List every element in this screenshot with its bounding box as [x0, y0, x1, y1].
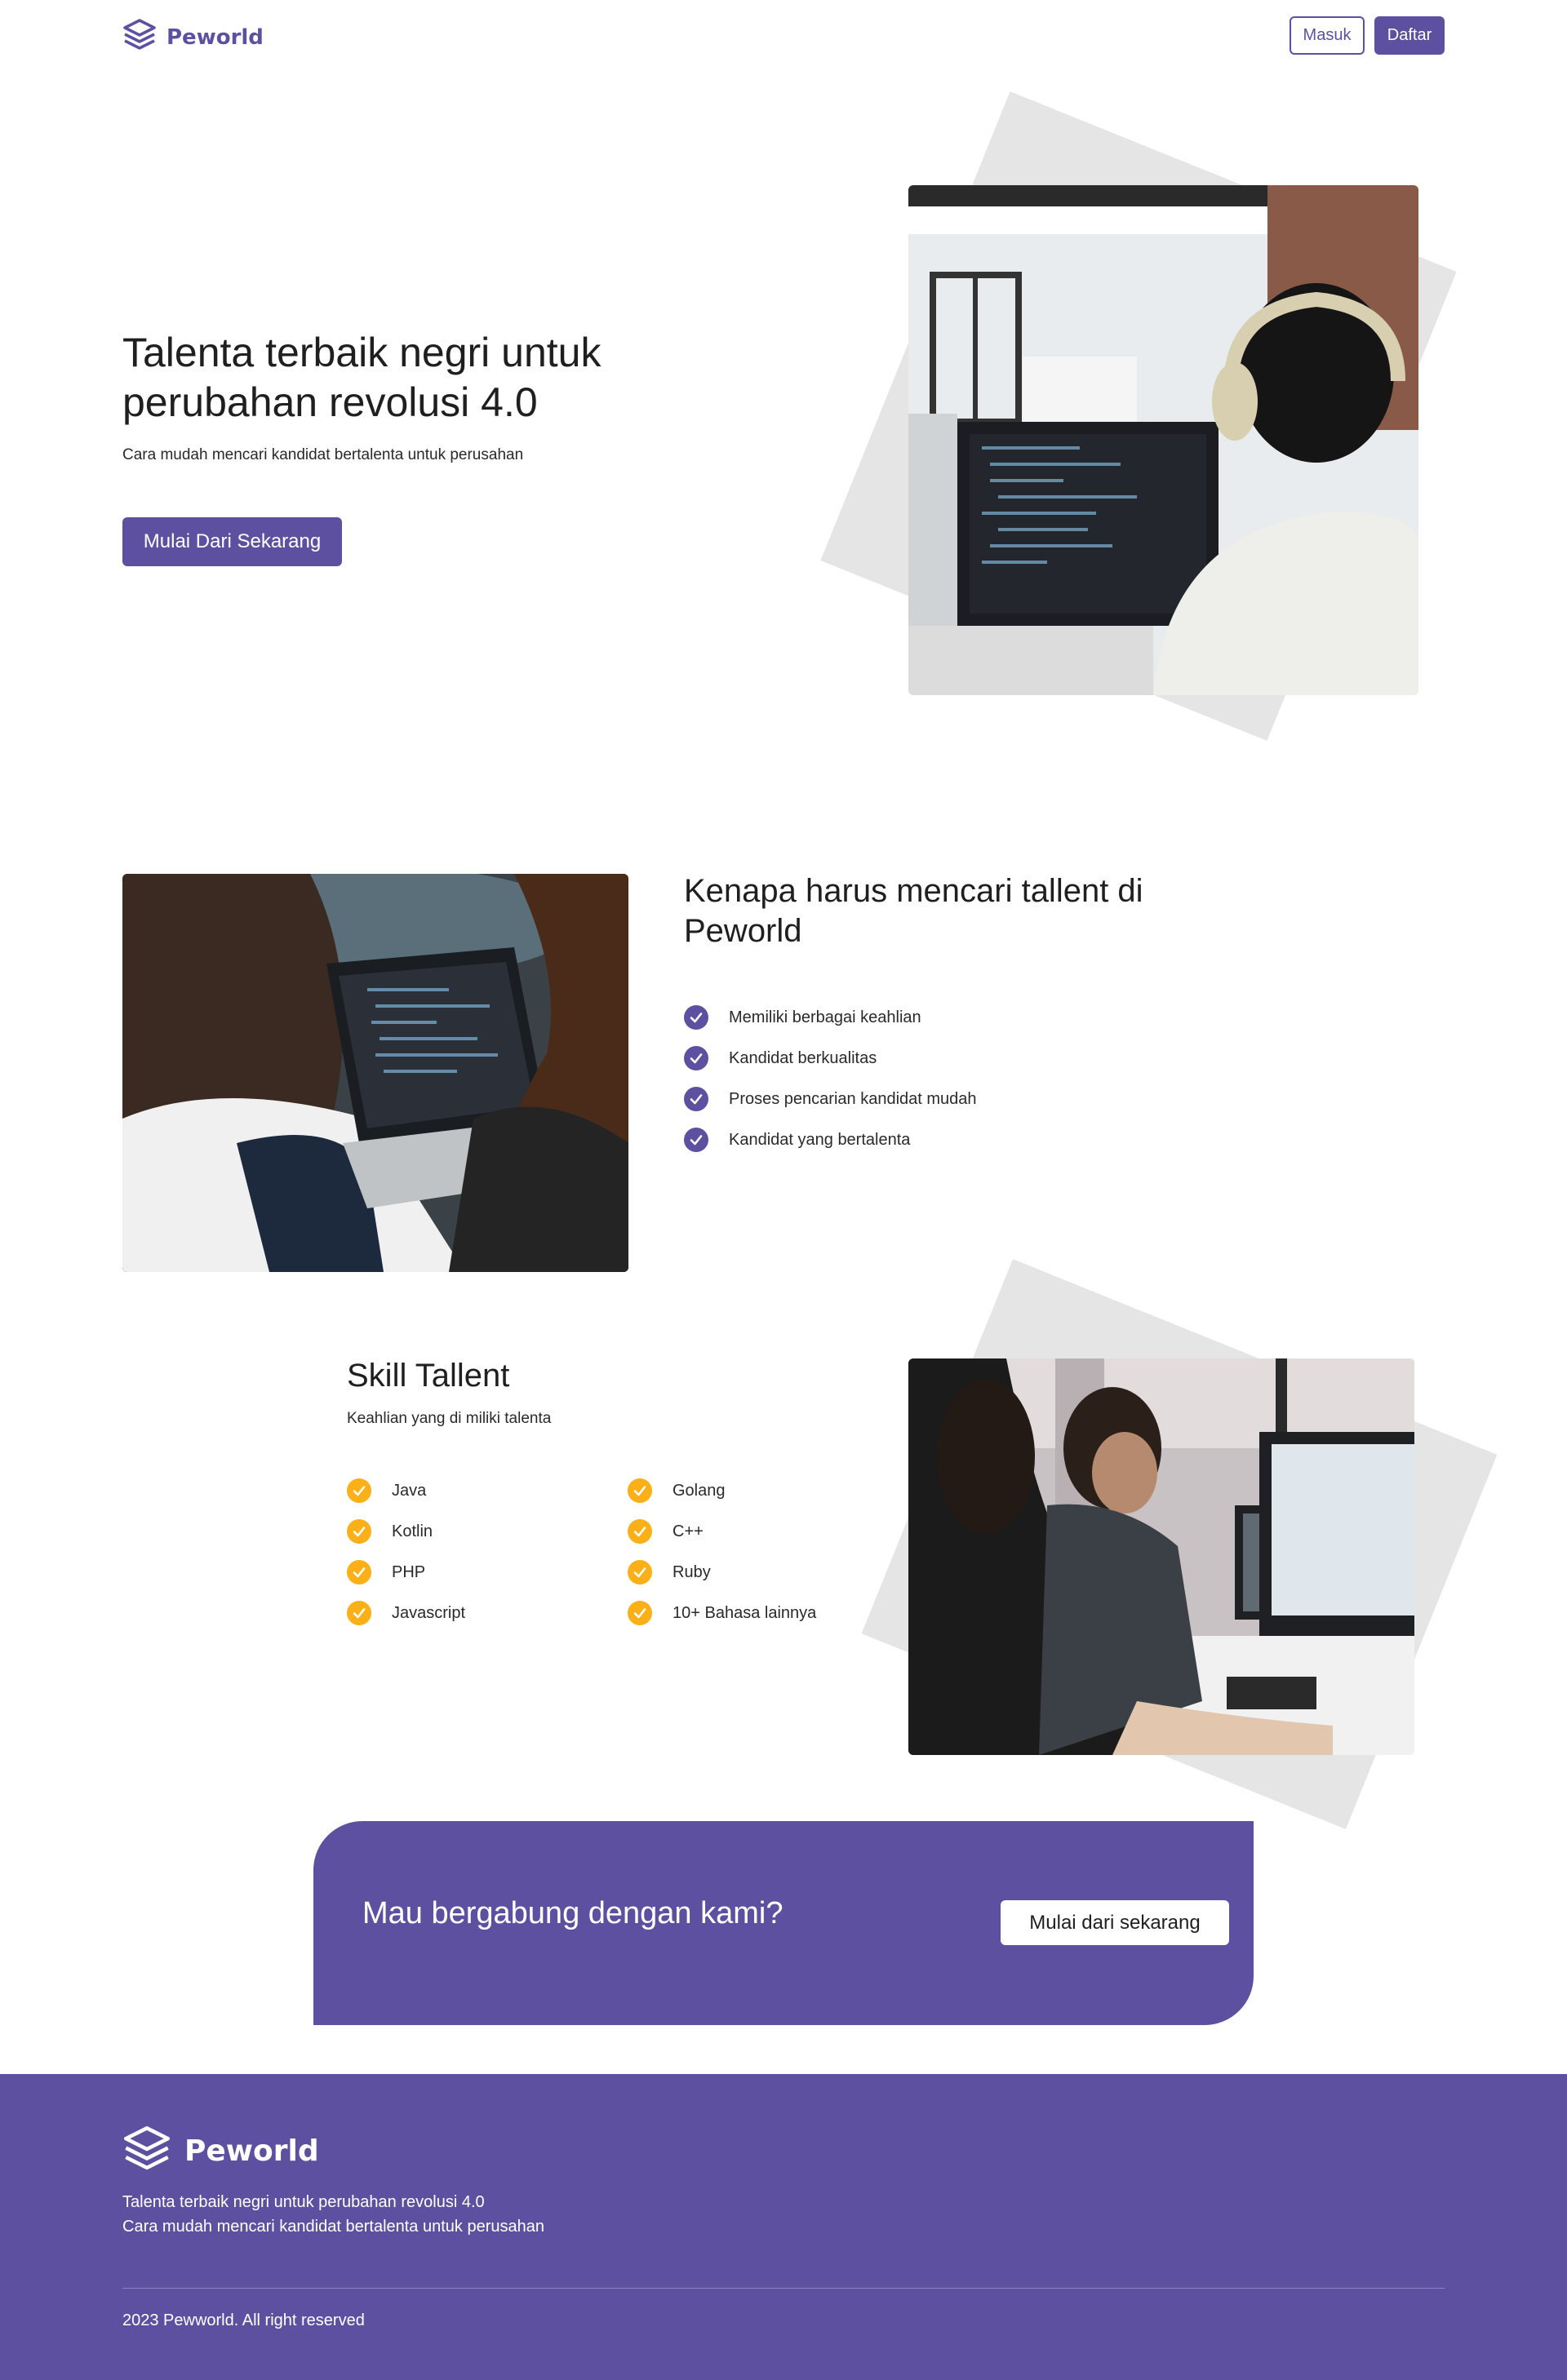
layers-logo-icon	[122, 18, 157, 56]
skill-label: Golang	[673, 1481, 726, 1500]
list-item: 10+ Bahasa lainnya	[628, 1593, 816, 1633]
start-now-cta-button[interactable]: Mulai dari sekarang	[1001, 1900, 1229, 1945]
feature-label: Kandidat berkualitas	[729, 1048, 877, 1067]
list-item: Java	[347, 1470, 465, 1511]
list-item: Kandidat berkualitas	[684, 1038, 977, 1079]
skill-label: C++	[673, 1522, 704, 1540]
skill-label: Java	[392, 1481, 427, 1500]
list-item: Kotlin	[347, 1511, 465, 1552]
check-icon	[347, 1560, 371, 1584]
list-item: Kandidat yang bertalenta	[684, 1119, 977, 1160]
feature-label: Proses pencarian kandidat mudah	[729, 1089, 977, 1108]
skill-label: Kotlin	[392, 1522, 433, 1540]
check-icon	[628, 1519, 652, 1544]
check-icon	[347, 1478, 371, 1503]
skill-image	[908, 1358, 1414, 1755]
start-now-button[interactable]: Mulai Dari Sekarang	[122, 517, 342, 566]
check-icon	[628, 1601, 652, 1625]
footer-brand-name: Peworld	[184, 2134, 319, 2168]
check-icon	[684, 1128, 708, 1152]
why-feature-list: Memiliki berbagai keahlian Kandidat berk…	[684, 997, 977, 1160]
footer-brand-logo[interactable]: Peworld	[122, 2125, 319, 2178]
list-item: Ruby	[628, 1552, 816, 1593]
brand-name: Peworld	[166, 24, 264, 50]
check-icon	[347, 1601, 371, 1625]
feature-label: Kandidat yang bertalenta	[729, 1130, 911, 1149]
hero-image	[908, 185, 1418, 695]
skill-label: Javascript	[392, 1603, 466, 1622]
list-item: Golang	[628, 1470, 816, 1511]
skill-label: PHP	[392, 1562, 426, 1581]
login-button[interactable]: Masuk	[1290, 16, 1365, 55]
check-icon	[684, 1005, 708, 1030]
copyright-text: 2023 Pewworld. All right reserved	[122, 2311, 365, 2329]
footer-description: Cara mudah mencari kandidat bertalenta u…	[122, 2218, 544, 2236]
skill-subtitle: Keahlian yang di miliki talenta	[347, 1410, 552, 1427]
footer-tagline: Talenta terbaik negri untuk perubahan re…	[122, 2193, 485, 2211]
check-icon	[628, 1560, 652, 1584]
join-cta-banner: Mau bergabung dengan kami? Mulai dari se…	[313, 1821, 1254, 2025]
check-icon	[628, 1478, 652, 1503]
footer-divider	[122, 2288, 1445, 2289]
skill-label: 10+ Bahasa lainnya	[673, 1603, 817, 1622]
brand-logo[interactable]: Peworld	[122, 18, 264, 56]
footer: Peworld Talenta terbaik negri untuk peru…	[0, 2074, 1567, 2380]
skill-list-left: Java Kotlin PHP Javascript	[347, 1470, 465, 1633]
feature-label: Memiliki berbagai keahlian	[729, 1008, 921, 1026]
skill-label: Ruby	[673, 1562, 711, 1581]
list-item: Javascript	[347, 1593, 465, 1633]
check-icon	[684, 1087, 708, 1111]
list-item: C++	[628, 1511, 816, 1552]
why-title: Kenapa harus mencari tallent di Peworld	[684, 873, 1143, 949]
why-image	[122, 874, 628, 1272]
skill-list-right: Golang C++ Ruby 10+ Bahasa lainnya	[628, 1470, 816, 1633]
layers-logo-icon	[122, 2125, 171, 2178]
register-button[interactable]: Daftar	[1374, 16, 1445, 55]
check-icon	[347, 1519, 371, 1544]
list-item: Memiliki berbagai keahlian	[684, 997, 977, 1038]
skill-title: Skill Tallent	[347, 1358, 510, 1394]
check-icon	[684, 1046, 708, 1070]
list-item: PHP	[347, 1552, 465, 1593]
list-item: Proses pencarian kandidat mudah	[684, 1079, 977, 1119]
hero-subtitle: Cara mudah mencari kandidat bertalenta u…	[122, 446, 524, 463]
hero-title: Talenta terbaik negri untuk perubahan re…	[122, 330, 601, 425]
cta-title: Mau bergabung dengan kami?	[362, 1896, 784, 1930]
